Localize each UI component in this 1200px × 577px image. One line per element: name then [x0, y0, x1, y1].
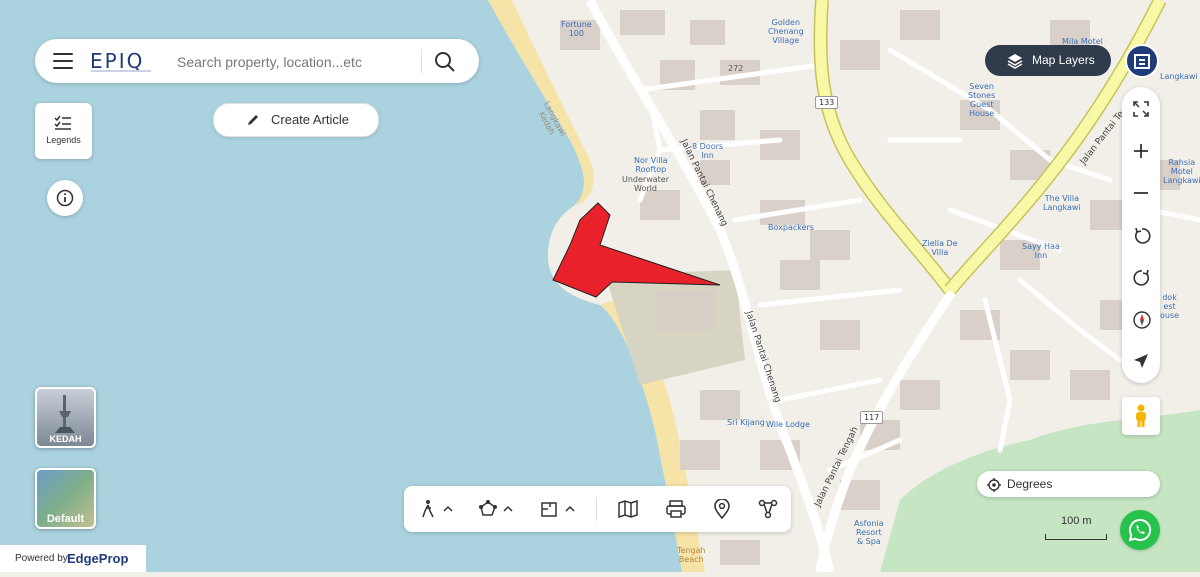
search-input[interactable] [175, 51, 419, 73]
create-article-label: Create Article [271, 112, 350, 127]
polygon-draw-icon [479, 500, 513, 516]
route-button[interactable] [753, 486, 783, 532]
label-asfonia: Asfonia Resort & Spa [854, 519, 884, 546]
logo-underline [91, 70, 151, 72]
map-layers-label: Map Layers [1032, 53, 1095, 67]
whatsapp-button[interactable] [1120, 510, 1160, 550]
create-article-button[interactable]: Create Article [213, 103, 379, 137]
fullscreen-button[interactable] [1122, 89, 1160, 129]
label-tengah-beach: Tengah Beach [677, 546, 706, 564]
toolbar-divider [596, 497, 597, 521]
label-boxpackers: Boxpackers [768, 223, 814, 232]
region-kedah-label: KEDAH [49, 434, 82, 444]
rotate-right-button[interactable] [1122, 257, 1160, 297]
label-sayy-haa: Sayy Haa Inn [1022, 242, 1060, 260]
whatsapp-icon [1128, 518, 1152, 542]
road-label-272: 272 [728, 64, 744, 73]
label-fortune: Fortune 100 [561, 20, 592, 38]
pencil-icon [248, 115, 258, 125]
label-wile-lodge: Wile Lodge [766, 420, 810, 429]
shield-117: 117 [860, 411, 884, 424]
building-icon [1134, 54, 1150, 69]
route-icon [758, 499, 778, 519]
edgeprop-logo[interactable]: EdgeProp [67, 551, 128, 566]
map-layers-button[interactable]: Map Layers [985, 45, 1111, 76]
label-sri-kijang: Sri Kijang [727, 418, 765, 427]
walking-measure-icon [422, 500, 453, 518]
map-tools-vertical [1122, 87, 1160, 383]
scale-label: 100 m [1061, 515, 1092, 527]
locate-button[interactable] [1122, 341, 1160, 381]
profile-button[interactable] [1125, 44, 1159, 78]
checklist-icon [54, 115, 71, 130]
label-nor-villa: Nor Villa Rooftop [634, 156, 668, 174]
crosshair-icon [987, 478, 1001, 492]
label-dok-lest: dok est ouse [1160, 293, 1180, 320]
rotate-left-button[interactable] [1122, 215, 1160, 255]
rotate-right-icon [1133, 269, 1150, 286]
legends-label: Legends [46, 135, 81, 145]
search-divider [421, 49, 422, 73]
region-default-card[interactable]: Default [35, 468, 96, 529]
menu-icon[interactable] [53, 53, 73, 69]
navigation-arrow-icon [1134, 354, 1148, 368]
label-underwater-world: Underwater World [622, 175, 670, 193]
region-kedah-card[interactable]: KEDAH [35, 387, 96, 448]
layers-icon [1007, 54, 1023, 69]
label-golden-chenang: Golden Chenang Village [768, 18, 804, 45]
info-button[interactable] [47, 180, 83, 216]
floorplan-icon [541, 502, 575, 517]
expand-icon [1133, 101, 1149, 117]
floorplan-tool-button[interactable] [538, 486, 578, 532]
shield-133: 133 [815, 96, 839, 109]
plus-icon [1134, 144, 1148, 158]
rotate-left-icon [1134, 227, 1151, 244]
legends-button[interactable]: Legends [35, 103, 92, 159]
label-the-villa: The Villa Langkawi [1043, 194, 1081, 212]
print-button[interactable] [661, 486, 691, 532]
degrees-label: Degrees [1007, 477, 1053, 491]
compass-button[interactable] [1122, 299, 1160, 339]
label-langkawi-tr: Langkawi [1160, 72, 1198, 81]
minus-icon [1134, 192, 1148, 194]
location-pin-icon [714, 499, 730, 519]
compass-icon [1133, 311, 1151, 329]
map-icon [618, 499, 638, 519]
measure-tool-button[interactable] [418, 486, 458, 532]
degrees-control[interactable]: Degrees [977, 471, 1160, 497]
powered-by-text: Powered by [15, 553, 68, 564]
pegman-icon [1136, 404, 1146, 427]
street-view-button[interactable] [1122, 397, 1160, 435]
label-ziella: Ziella De Villa [922, 239, 958, 257]
label-rahsia: Rahsia Motel Langkawi [1163, 158, 1200, 185]
info-icon [56, 189, 74, 207]
search-icon[interactable] [434, 51, 456, 73]
building-block [655, 290, 715, 330]
scale-bar [1045, 534, 1107, 540]
region-default-label: Default [46, 513, 85, 525]
zoom-out-button[interactable] [1122, 173, 1160, 213]
draw-tool-button[interactable] [476, 486, 516, 532]
powered-by: Powered by EdgeProp [0, 545, 146, 572]
printer-icon [666, 500, 686, 518]
search-bar: EPIQ [35, 39, 479, 83]
zoom-in-button[interactable] [1122, 131, 1160, 171]
label-seven-stones: Seven Stones Guest House [968, 82, 996, 118]
bottom-toolbar [404, 486, 791, 532]
map-view-button[interactable] [614, 486, 644, 532]
pin-location-button[interactable] [707, 486, 737, 532]
